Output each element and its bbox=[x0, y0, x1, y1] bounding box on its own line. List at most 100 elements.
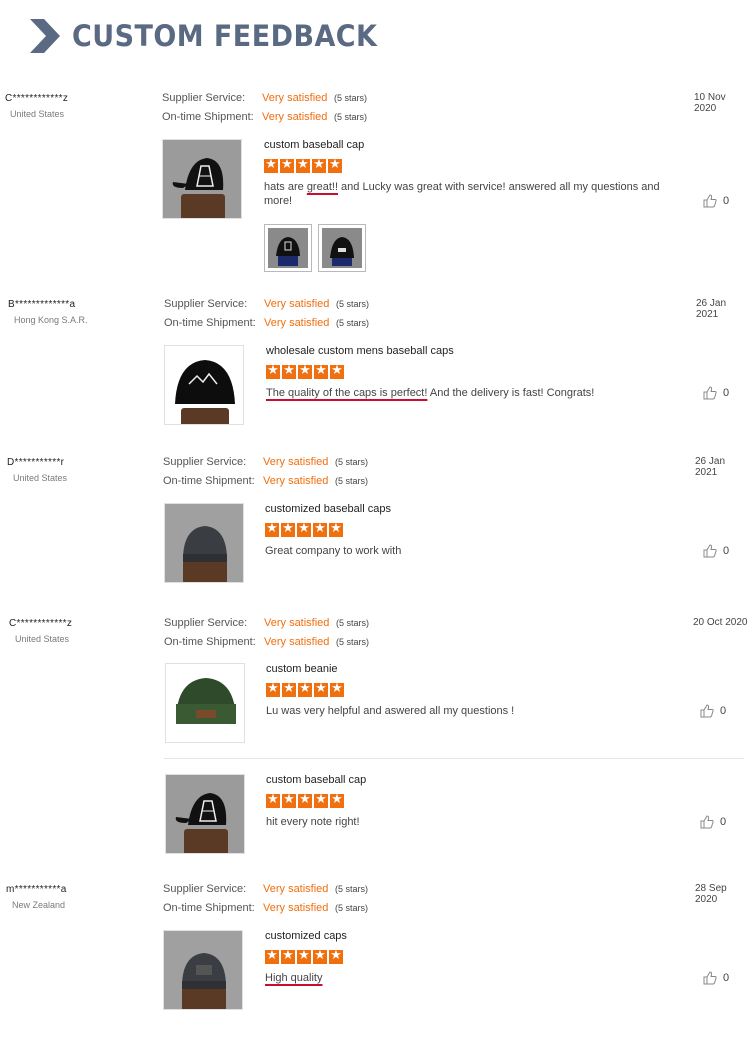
like-button[interactable]: 0 bbox=[703, 971, 729, 985]
reviewer-name: D***********r bbox=[7, 457, 65, 468]
shipment-label: On-time Shipment: bbox=[164, 317, 256, 329]
star-icon bbox=[298, 363, 312, 379]
product-image[interactable] bbox=[162, 139, 242, 219]
reviewer-country: United States bbox=[15, 634, 70, 644]
thumbs-up-icon bbox=[703, 194, 717, 208]
shipment-stars: (5 stars) bbox=[336, 318, 370, 328]
star-icon bbox=[281, 948, 295, 964]
shipment-stars: (5 stars) bbox=[335, 903, 369, 913]
review-date: 26 Jan 2021 bbox=[696, 298, 727, 320]
reviewer-country: New Zealand bbox=[12, 900, 66, 910]
star-icon bbox=[329, 948, 343, 964]
reviewer-name: C************z bbox=[5, 93, 69, 104]
star-rating bbox=[264, 157, 342, 175]
shipment-rating: On-time Shipment: Very satisfied (5 stars) bbox=[164, 317, 369, 329]
supplier-service-label: Supplier Service: bbox=[163, 456, 247, 468]
star-icon bbox=[298, 792, 312, 808]
star-icon bbox=[328, 157, 342, 173]
star-icon bbox=[281, 521, 295, 537]
shipment-value: Very satisfied bbox=[264, 317, 330, 329]
shipment-rating: On-time Shipment: Very satisfied (5 stars) bbox=[164, 636, 369, 648]
star-icon bbox=[330, 363, 344, 379]
review-photo[interactable] bbox=[264, 224, 312, 272]
shipment-stars: (5 stars) bbox=[335, 476, 369, 486]
supplier-service-stars: (5 stars) bbox=[335, 884, 369, 894]
shipment-label: On-time Shipment: bbox=[162, 111, 254, 123]
like-button[interactable]: 0 bbox=[703, 194, 729, 208]
supplier-service-rating: Supplier Service: Very satisfied (5 stars) bbox=[163, 456, 368, 468]
star-icon bbox=[314, 681, 328, 697]
star-rating bbox=[266, 363, 344, 381]
shipment-value: Very satisfied bbox=[263, 475, 329, 487]
product-image[interactable] bbox=[163, 930, 243, 1010]
supplier-service-label: Supplier Service: bbox=[162, 92, 246, 104]
star-icon bbox=[265, 521, 279, 537]
review-comment: hats are great!! and Lucky was great wit… bbox=[264, 180, 664, 208]
like-button[interactable]: 0 bbox=[700, 815, 726, 829]
star-icon bbox=[266, 681, 280, 697]
supplier-service-rating: Supplier Service: Very satisfied (5 stars) bbox=[163, 883, 368, 895]
review-date: 10 Nov 2020 bbox=[694, 92, 726, 114]
like-count: 0 bbox=[723, 972, 730, 984]
product-image[interactable] bbox=[165, 663, 245, 743]
product-title[interactable]: customized baseball caps bbox=[265, 503, 391, 515]
thumbs-up-icon bbox=[700, 704, 714, 718]
star-icon bbox=[266, 792, 280, 808]
like-count: 0 bbox=[720, 705, 727, 717]
supplier-service-value: Very satisfied bbox=[262, 92, 328, 104]
supplier-service-stars: (5 stars) bbox=[334, 93, 368, 103]
star-icon bbox=[265, 948, 279, 964]
supplier-service-value: Very satisfied bbox=[263, 456, 329, 468]
product-title[interactable]: custom baseball cap bbox=[264, 139, 364, 151]
supplier-service-label: Supplier Service: bbox=[164, 298, 248, 310]
like-button[interactable]: 0 bbox=[700, 704, 726, 718]
like-count: 0 bbox=[723, 387, 730, 399]
thumbs-up-icon bbox=[703, 971, 717, 985]
star-icon bbox=[329, 521, 343, 537]
page-header: CUSTOM FEEDBACK bbox=[30, 14, 400, 58]
thumbs-up-icon bbox=[703, 544, 717, 558]
product-image[interactable] bbox=[165, 774, 245, 854]
comment-text: And the delivery is fast! Congrats! bbox=[427, 387, 595, 399]
product-image[interactable] bbox=[164, 503, 244, 583]
product-title[interactable]: custom baseball cap bbox=[266, 774, 366, 786]
star-icon bbox=[330, 792, 344, 808]
star-rating bbox=[265, 521, 343, 539]
reviewer-country: United States bbox=[10, 109, 65, 119]
shipment-label: On-time Shipment: bbox=[163, 475, 255, 487]
star-icon bbox=[312, 157, 326, 173]
review-comment: The quality of the caps is perfect! And … bbox=[266, 386, 686, 400]
star-icon bbox=[282, 792, 296, 808]
comment-highlight: The quality of the caps is perfect! bbox=[266, 387, 428, 399]
thumbs-up-icon bbox=[700, 815, 714, 829]
shipment-rating: On-time Shipment: Very satisfied (5 stars) bbox=[162, 111, 367, 123]
shipment-rating: On-time Shipment: Very satisfied (5 stars) bbox=[163, 902, 368, 914]
comment-text: hats are bbox=[264, 181, 307, 193]
reviewer-country: Hong Kong S.A.R. bbox=[14, 315, 88, 325]
star-rating bbox=[266, 792, 344, 810]
star-icon bbox=[313, 948, 327, 964]
product-title[interactable]: wholesale custom mens baseball caps bbox=[266, 345, 454, 357]
supplier-service-label: Supplier Service: bbox=[164, 617, 248, 629]
review-date: 28 Sep 2020 bbox=[695, 883, 727, 905]
review-comment: Great company to work with bbox=[265, 544, 665, 558]
comment-highlight: great!! bbox=[306, 181, 338, 193]
star-icon bbox=[314, 363, 328, 379]
star-icon bbox=[313, 521, 327, 537]
divider bbox=[164, 758, 744, 759]
star-icon bbox=[266, 363, 280, 379]
supplier-service-stars: (5 stars) bbox=[335, 457, 369, 467]
star-icon bbox=[296, 157, 310, 173]
like-button[interactable]: 0 bbox=[703, 544, 729, 558]
chevron-right-icon bbox=[30, 19, 60, 53]
product-title[interactable]: customized caps bbox=[265, 930, 347, 942]
product-title[interactable]: custom beanie bbox=[266, 663, 338, 675]
like-button[interactable]: 0 bbox=[703, 386, 729, 400]
review-comment: hit every note right! bbox=[266, 815, 666, 829]
review-photo[interactable] bbox=[318, 224, 366, 272]
supplier-service-rating: Supplier Service: Very satisfied (5 stars) bbox=[164, 617, 369, 629]
comment-text: Great company to work with bbox=[265, 545, 402, 557]
supplier-service-stars: (5 stars) bbox=[336, 299, 370, 309]
shipment-rating: On-time Shipment: Very satisfied (5 stars) bbox=[163, 475, 368, 487]
product-image[interactable] bbox=[164, 345, 244, 425]
